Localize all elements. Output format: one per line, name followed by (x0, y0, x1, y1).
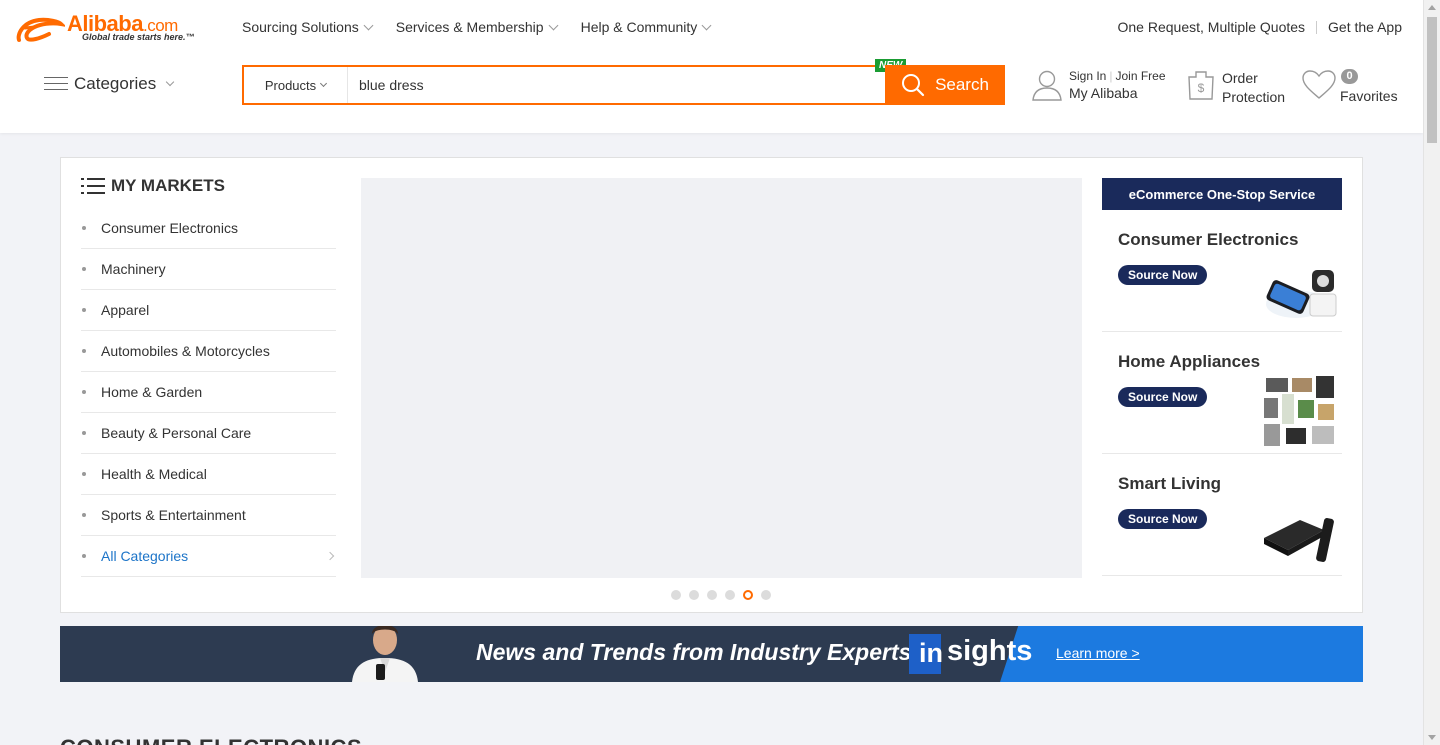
categories-label: Categories (74, 74, 157, 93)
categories-menu[interactable]: Categories (44, 74, 175, 94)
alibaba-logo-icon (16, 17, 65, 42)
market-item-consumer-electronics[interactable]: Consumer Electronics (81, 208, 336, 249)
nav-sourcing-solutions[interactable]: Sourcing Solutions (242, 19, 374, 35)
insights-accent (1000, 626, 1363, 682)
insights-logo: in (909, 634, 943, 674)
source-now-button[interactable]: Source Now (1118, 265, 1208, 285)
insights-headline: News and Trends from Industry Experts (476, 639, 912, 665)
carousel-dot[interactable] (671, 590, 681, 600)
market-item-health[interactable]: Health & Medical (81, 454, 336, 495)
source-now-button[interactable]: Source Now (1118, 387, 1208, 407)
user-icon (1032, 70, 1062, 101)
rfq-link[interactable]: One Request, Multiple Quotes (1118, 19, 1306, 35)
market-item-beauty[interactable]: Beauty & Personal Care (81, 413, 336, 454)
markets-list: Consumer Electronics Machinery Apparel A… (81, 208, 336, 577)
favorites-count-badge: 0 (1341, 69, 1358, 84)
market-item-machinery[interactable]: Machinery (81, 249, 336, 290)
all-categories-link[interactable]: All Categories (81, 536, 336, 577)
scroll-down-arrow-icon[interactable] (1428, 735, 1436, 740)
account-menu[interactable]: Sign In | Join Free My Alibaba (1032, 69, 1166, 101)
menu-icon (44, 75, 68, 93)
order-protection-link[interactable]: $ Order Protection (1186, 69, 1285, 107)
ecommerce-item-smart-living[interactable]: Smart Living Source Now (1102, 454, 1342, 576)
scroll-up-arrow-icon[interactable] (1428, 5, 1436, 10)
ecommerce-panel: eCommerce One-Stop Service Consumer Elec… (1102, 178, 1342, 576)
carousel-dot-active[interactable] (743, 590, 753, 600)
nav-services-membership[interactable]: Services & Membership (396, 19, 559, 35)
section-title: CONSUMER ELECTRONICS (60, 735, 362, 745)
list-icon (81, 177, 105, 195)
expert-photo (352, 626, 418, 682)
site-header: Alibaba.com Global trade starts here.™ S… (0, 0, 1423, 133)
chevron-down-icon (548, 20, 559, 30)
top-right-links: One Request, Multiple Quotes Get the App (1118, 19, 1403, 35)
chevron-right-icon (325, 551, 335, 561)
ecommerce-item-home-appliances[interactable]: Home Appliances Source Now (1102, 332, 1342, 454)
ecommerce-item-consumer-electronics[interactable]: Consumer Electronics Source Now (1102, 210, 1342, 332)
sign-in-link[interactable]: Sign In (1069, 69, 1106, 83)
electronics-image (1266, 270, 1337, 318)
search-input[interactable] (348, 67, 967, 103)
favorites-label: Favorites (1340, 88, 1398, 104)
scrollbar-thumb[interactable] (1427, 17, 1437, 143)
market-item-home-garden[interactable]: Home & Garden (81, 372, 336, 413)
carousel-dot[interactable] (725, 590, 735, 600)
learn-more-link[interactable]: Learn more > (1056, 645, 1140, 661)
heart-icon (1302, 70, 1336, 99)
top-nav: Sourcing Solutions Services & Membership… (242, 19, 734, 35)
page-scrollbar[interactable] (1423, 0, 1440, 745)
search-type-select[interactable]: Products (244, 67, 348, 103)
my-markets-heading: MY MARKETS (81, 176, 225, 196)
market-item-apparel[interactable]: Apparel (81, 290, 336, 331)
svg-text:$: $ (1198, 81, 1205, 95)
insights-logo-text: sights (947, 635, 1033, 667)
market-item-automobiles[interactable]: Automobiles & Motorcycles (81, 331, 336, 372)
get-app-link[interactable]: Get the App (1328, 19, 1402, 35)
search-icon (902, 74, 925, 97)
favorites-link[interactable]: 0 Favorites (1301, 69, 1398, 106)
chevron-down-icon (320, 79, 328, 88)
market-item-sports[interactable]: Sports & Entertainment (81, 495, 336, 536)
divider (1316, 20, 1318, 34)
carousel-dot[interactable] (689, 590, 699, 600)
carousel-dot[interactable] (761, 590, 771, 600)
chevron-down-icon (701, 20, 712, 30)
carousel-dots (671, 590, 779, 600)
my-alibaba-label: My Alibaba (1069, 85, 1138, 101)
ecommerce-heading: eCommerce One-Stop Service (1102, 178, 1342, 210)
join-free-link[interactable]: Join Free (1115, 69, 1165, 83)
chevron-down-icon (165, 77, 175, 87)
logo-tagline: Global trade starts here.™ (82, 32, 195, 42)
search-button[interactable]: Search (885, 65, 1005, 105)
tv-box-image (1264, 517, 1334, 563)
markets-card: MY MARKETS Consumer Electronics Machiner… (60, 157, 1363, 613)
insights-banner[interactable]: News and Trends from Industry Experts in… (60, 626, 1363, 682)
appliances-image (1264, 376, 1334, 446)
order-protection-icon: $ (1188, 71, 1214, 100)
hero-carousel[interactable] (361, 178, 1082, 578)
chevron-down-icon (363, 20, 374, 30)
alibaba-logo[interactable]: Alibaba.com Global trade starts here.™ (15, 11, 210, 46)
nav-help-community[interactable]: Help & Community (581, 19, 712, 35)
source-now-button[interactable]: Source Now (1118, 509, 1208, 529)
carousel-dot[interactable] (707, 590, 717, 600)
